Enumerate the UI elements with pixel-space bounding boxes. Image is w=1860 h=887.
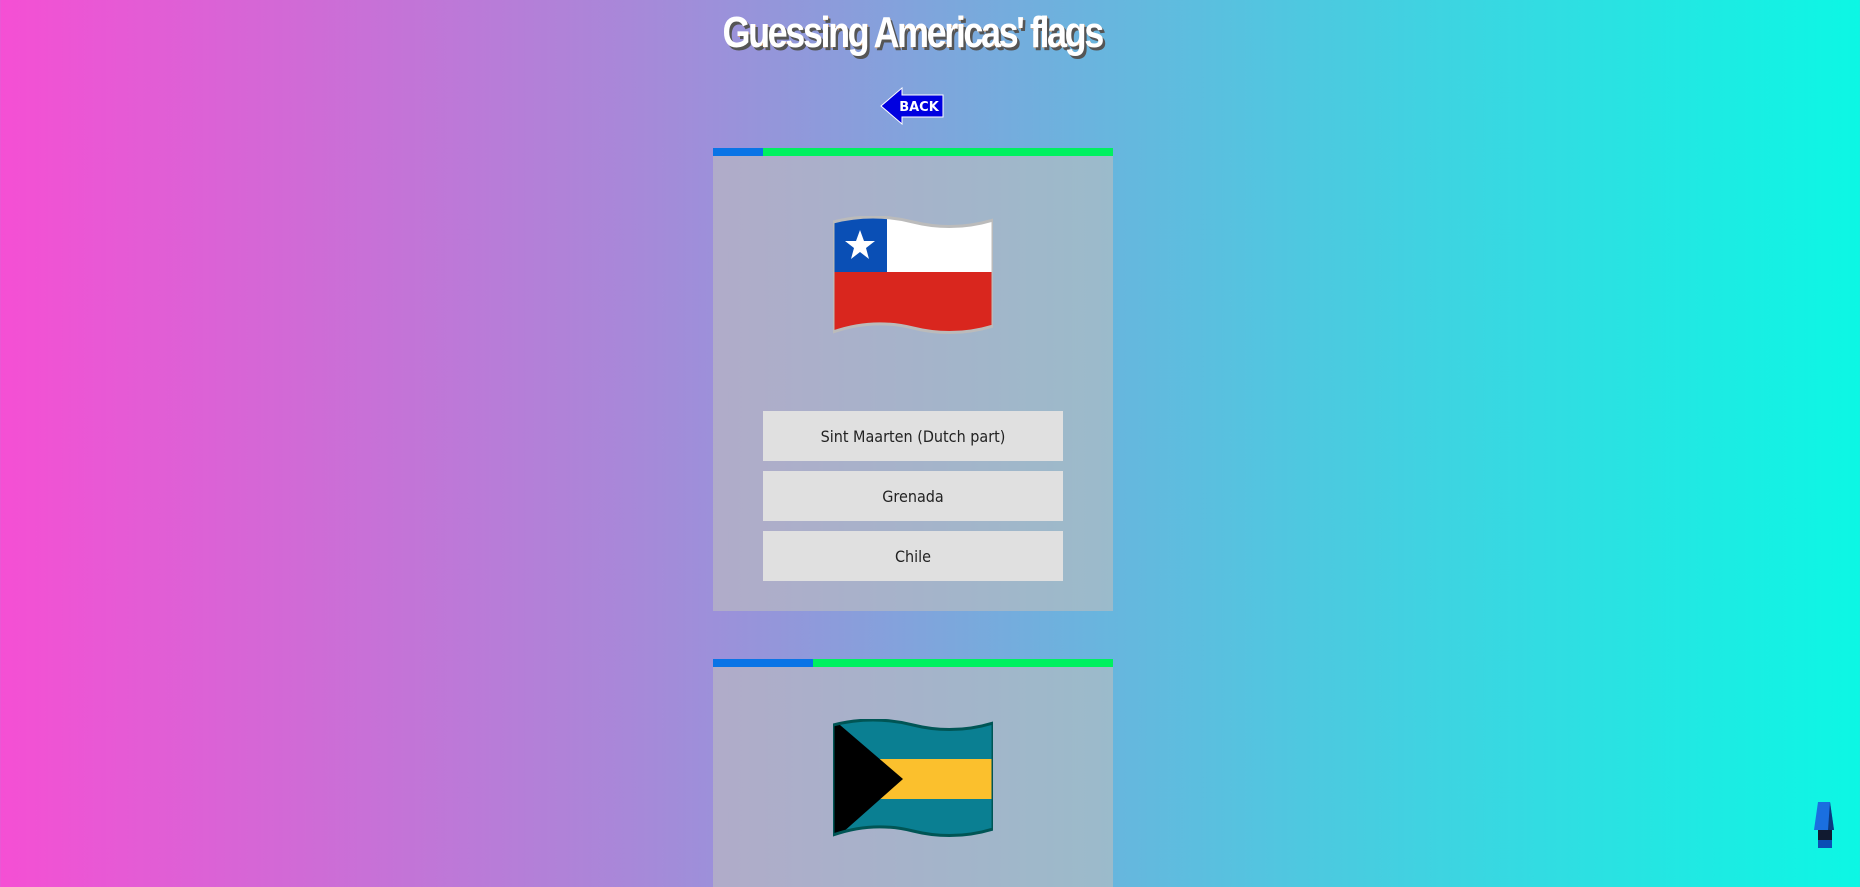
answer-option[interactable]: Sint Maarten (Dutch part) [763,411,1063,461]
page-title: Guessing Americas' flags [722,8,1105,57]
scroll-to-top-button[interactable] [1810,800,1836,850]
back-button[interactable]: BACK [880,86,944,126]
question-card [713,659,1113,887]
answer-option[interactable]: Chile [763,531,1063,581]
timer-bar [713,148,1113,156]
timer-fill [713,148,763,156]
timer-fill [713,659,813,667]
up-arrow-icon [1814,802,1834,848]
back-arrow-icon: BACK [880,86,944,126]
back-label: BACK [899,100,940,115]
chile-flag [833,216,993,334]
answer-option[interactable]: Grenada [763,471,1063,521]
timer-bar [713,659,1113,667]
bahamas-flag [833,719,993,837]
question-card: Sint Maarten (Dutch part) Grenada Chile [713,148,1113,611]
